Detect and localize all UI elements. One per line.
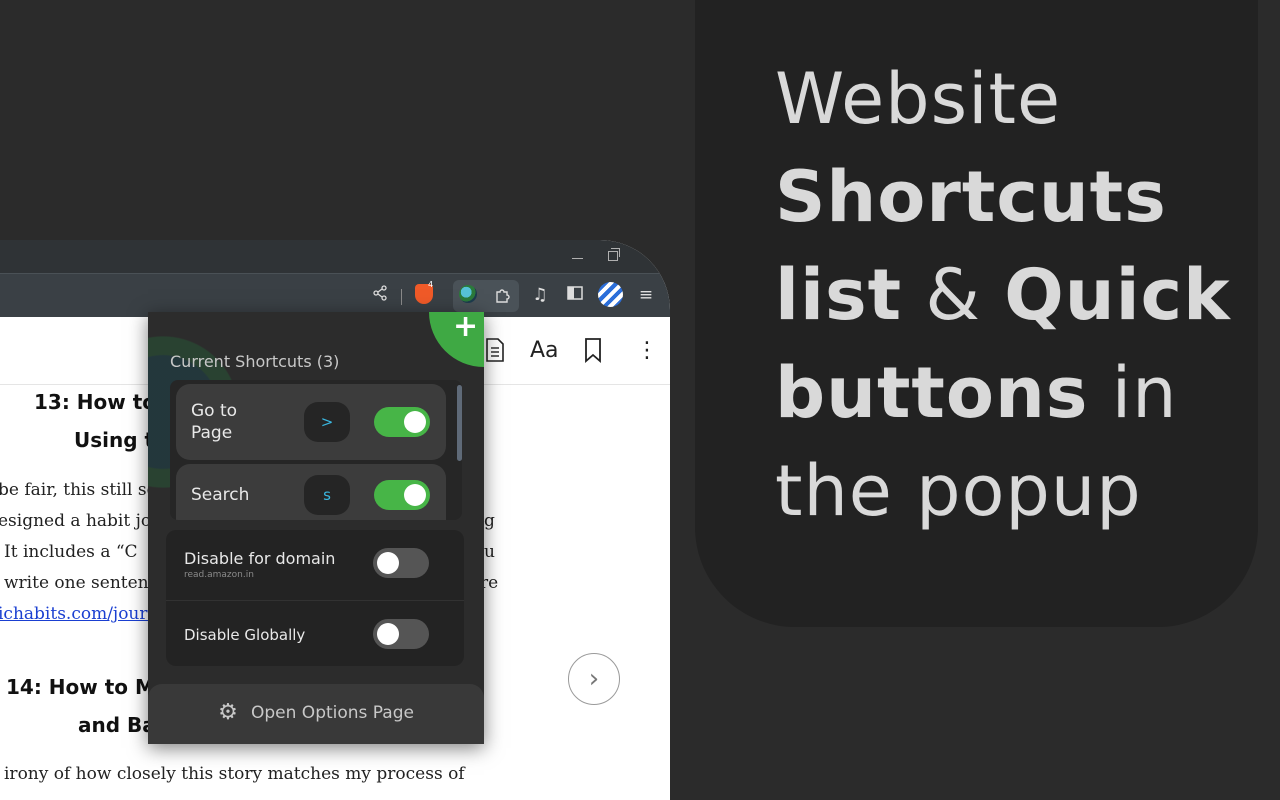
body-text: It includes a “C — [4, 542, 138, 562]
open-options-label: Open Options Page — [251, 703, 414, 723]
font-settings-button[interactable]: Aa — [530, 337, 559, 365]
section-title: Current Shortcuts (3) — [170, 352, 340, 371]
body-text: esigned a habit jo — [0, 511, 152, 531]
domain-name: read.amazon.in — [184, 570, 254, 580]
toolbar-divider — [401, 289, 402, 305]
next-page-button[interactable]: › — [568, 653, 620, 705]
chapter-heading: and Ba — [78, 713, 156, 737]
profile-avatar[interactable] — [598, 282, 623, 307]
body-text: be fair, this still so — [0, 480, 157, 500]
shortcut-label-line: Go to — [191, 401, 238, 421]
toggle-knob — [404, 411, 426, 433]
chapter-heading: 13: How to — [34, 390, 157, 414]
promo-word: & — [925, 254, 981, 336]
document-icon[interactable] — [484, 337, 506, 365]
shortcut-list: Go to Page > Search s — [170, 380, 462, 520]
shortcut-row-search: Search s — [176, 464, 446, 520]
body-text: irony of how closely this story matches … — [4, 764, 465, 784]
promo-word: Website — [775, 58, 1062, 140]
more-options-icon[interactable]: ⋮ — [636, 337, 658, 365]
bookmark-icon[interactable] — [582, 337, 604, 365]
disable-domain-label: Disable for domain — [184, 549, 336, 568]
settings-box: Disable for domain read.amazon.in Disabl… — [166, 530, 464, 666]
divider — [166, 600, 464, 601]
shortcut-label-line: Page — [191, 423, 233, 443]
body-text: g — [484, 511, 495, 531]
shortcut-label: Search — [191, 485, 250, 505]
disable-domain-toggle[interactable] — [373, 548, 429, 578]
shortcut-label: Go to Page — [191, 400, 237, 444]
promo-word: list — [775, 254, 903, 336]
toggle-knob — [377, 623, 399, 645]
body-text: u — [484, 542, 495, 562]
minimize-icon[interactable] — [572, 258, 583, 259]
disable-globally-toggle[interactable] — [373, 619, 429, 649]
promo-word: buttons — [775, 352, 1089, 434]
shortcut-row-go-to-page: Go to Page > — [176, 384, 446, 460]
promo-word: Shortcuts — [775, 156, 1167, 238]
shortcut-toggle[interactable] — [374, 407, 430, 437]
puzzle-extensions-icon[interactable] — [492, 286, 514, 308]
chapter-heading: Using t — [74, 428, 155, 452]
promo-word: the popup — [775, 450, 1142, 532]
shortcut-key[interactable]: > — [304, 402, 350, 442]
shortcut-key[interactable]: s — [304, 475, 350, 515]
promo-word: in — [1111, 352, 1178, 434]
sidebar-toggle-icon[interactable] — [564, 284, 586, 306]
promo-word: Quick — [1004, 254, 1231, 336]
promo-headline: Website Shortcuts list & Quick buttons i… — [775, 50, 1255, 540]
menu-icon[interactable]: ≡ — [635, 284, 657, 306]
share-icon[interactable] — [369, 284, 391, 306]
disable-globally-label: Disable Globally — [184, 626, 306, 644]
body-text: write one senten — [4, 573, 149, 593]
restore-icon[interactable] — [608, 248, 620, 261]
toggle-knob — [377, 552, 399, 574]
journal-link[interactable]: ichabits.com/journ — [0, 604, 158, 624]
shortcuts-popup: + Current Shortcuts (3) Go to Page > Sea… — [148, 312, 484, 744]
gear-icon: ⚙ — [218, 700, 238, 725]
open-options-button[interactable]: ⚙ Open Options Page — [148, 684, 484, 744]
shortcuts-extension-icon[interactable] — [459, 285, 477, 303]
chapter-heading: 14: How to Ma — [6, 675, 169, 699]
shortcut-toggle[interactable] — [374, 480, 430, 510]
toggle-knob — [404, 484, 426, 506]
title-bar — [0, 240, 670, 273]
brave-badge-count: 4 — [428, 280, 434, 289]
media-music-icon[interactable]: ♫ — [529, 284, 551, 306]
scrollbar-thumb[interactable] — [457, 385, 462, 461]
plus-icon: + — [453, 312, 479, 344]
